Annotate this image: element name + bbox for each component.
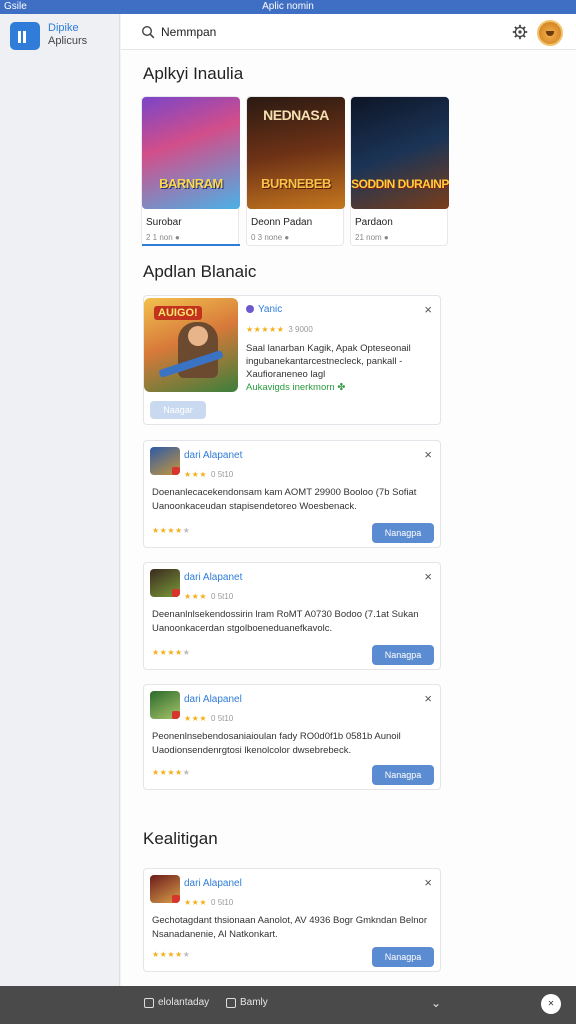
- install-button[interactable]: Nanagpa: [372, 947, 434, 967]
- section-title-popular: Aplkyi Inaulia: [143, 64, 244, 83]
- list-item-rating: ★★★ 0 5t10: [184, 470, 234, 479]
- close-fab-icon[interactable]: ✕: [541, 994, 561, 1014]
- list-item[interactable]: dari Alapanet ★★★ 0 5t10 Doenanlecacekend…: [143, 440, 441, 548]
- list-item-description: Deenanlnlsekendossirin lram RoMT A0730 B…: [152, 609, 419, 634]
- window-title: Aplic nomin: [262, 1, 314, 12]
- install-button[interactable]: Nanagpa: [372, 765, 434, 785]
- list-item-description: Doenanlecacekendonsam kam AOMT 29900 Boo…: [152, 487, 417, 512]
- checkbox-1[interactable]: [144, 998, 154, 1008]
- avatar[interactable]: [537, 20, 563, 46]
- list-item[interactable]: dari Alapanel ★★★ 0 5t10 Peonenlnsebendos…: [143, 684, 441, 790]
- search-input[interactable]: [161, 22, 411, 42]
- featured-badge: AUIGO!: [154, 306, 202, 320]
- footer-bar: elolantaday Bamly ⌄ ✕: [0, 986, 576, 1024]
- app-art-text: NEDNASA: [263, 107, 329, 123]
- search-icon[interactable]: [141, 25, 155, 39]
- title-bar: Gsile Aplic nomin: [0, 0, 576, 14]
- app-thumbnail[interactable]: BARNRAM: [142, 97, 240, 209]
- featured-description: Saal lanarban Kagik, Apak Opteseonail in…: [246, 342, 436, 394]
- star-rating: ★★★★★: [152, 648, 191, 657]
- app-art-subtext: BURNEBEB: [261, 176, 331, 191]
- list-item-title[interactable]: dari Alapanel: [184, 694, 242, 705]
- list-item[interactable]: dari Alapanel ★★★ 0 5t10 Gechotagdant ths…: [143, 868, 441, 972]
- featured-title: Yanic: [246, 304, 282, 315]
- app-name[interactable]: Pardaon: [355, 217, 393, 228]
- app-art-text: BARNRAM: [159, 176, 223, 191]
- close-icon[interactable]: ×: [424, 448, 432, 461]
- app-art-text: SODDIN DURAINP: [351, 177, 449, 191]
- app-dot-icon: [246, 305, 254, 313]
- close-icon[interactable]: ×: [424, 303, 432, 316]
- sidebar: Dipike Aplicurs: [0, 14, 120, 986]
- checkbox-2[interactable]: [226, 998, 236, 1008]
- list-item-rating: ★★★ 0 5t10: [184, 592, 234, 601]
- install-button[interactable]: Nanagpa: [372, 523, 434, 543]
- app-meta: 2 1 non ●: [146, 233, 180, 242]
- app-icon[interactable]: [150, 691, 180, 719]
- logo-text: Dipike Aplicurs: [48, 22, 87, 48]
- active-indicator: [142, 244, 240, 246]
- install-button[interactable]: Nanagpa: [372, 645, 434, 665]
- logo-line1: Dipike: [48, 22, 79, 34]
- app-icon[interactable]: [150, 569, 180, 597]
- app-icon[interactable]: [150, 875, 180, 903]
- list-item-description: Peonenlnsebendosaniaioulan fady RO0d0f1b…: [152, 731, 401, 756]
- app-card-3[interactable]: SODDIN DURAINP Pardaon 21 nom ●: [350, 96, 449, 246]
- list-item[interactable]: dari Alapanet ★★★ 0 5t10 Deenanlnlsekendo…: [143, 562, 441, 670]
- featured-action-button[interactable]: Naagar: [150, 401, 206, 419]
- close-icon[interactable]: ×: [424, 570, 432, 583]
- section-title-recommended: Apdlan Blanaic: [143, 262, 257, 281]
- chevron-down-icon[interactable]: ⌄: [431, 996, 441, 1010]
- star-rating: ★★★★★: [152, 950, 191, 959]
- app-card-2[interactable]: NEDNASA BURNEBEB Deonn Padan 0 3 none ●: [246, 96, 345, 246]
- gear-icon[interactable]: [512, 24, 528, 40]
- featured-link[interactable]: Aukavigds inerkmorn ✤: [246, 381, 436, 394]
- featured-app-card[interactable]: AUIGO! Yanic ★★★★★ 3 9000 Saal lanarban K…: [143, 295, 441, 425]
- list-item-rating: ★★★ 0 5t10: [184, 714, 234, 723]
- logo-icon[interactable]: [10, 22, 40, 50]
- list-item-description: Gechotagdant thsionaan Aanolot, AV 4936 …: [152, 915, 427, 940]
- section-title-third: Kealitigan: [143, 829, 218, 848]
- close-icon[interactable]: ×: [424, 692, 432, 705]
- header: [121, 14, 576, 50]
- star-rating: ★★★★★: [152, 526, 191, 535]
- featured-rating: ★★★★★ 3 9000: [246, 325, 313, 334]
- app-thumbnail[interactable]: SODDIN DURAINP: [351, 97, 449, 209]
- close-icon[interactable]: ×: [424, 876, 432, 889]
- list-item-title[interactable]: dari Alapanet: [184, 572, 242, 583]
- logo-line2: Aplicurs: [48, 35, 88, 47]
- list-item-rating: ★★★ 0 5t10: [184, 898, 234, 907]
- app-meta: 0 3 none ●: [251, 233, 290, 242]
- app-thumbnail[interactable]: NEDNASA BURNEBEB: [247, 97, 345, 209]
- app-icon[interactable]: [150, 447, 180, 475]
- app-card-1[interactable]: BARNRAM Surobar 2 1 non ●: [141, 96, 240, 246]
- checkbox-2-label[interactable]: Bamly: [240, 997, 268, 1008]
- featured-thumbnail[interactable]: AUIGO!: [144, 298, 238, 392]
- list-item-title[interactable]: dari Alapanel: [184, 878, 242, 889]
- star-rating: ★★★★★: [152, 768, 191, 777]
- main-content: Aplkyi Inaulia BARNRAM Surobar 2 1 non ●…: [121, 14, 576, 986]
- checkbox-1-label[interactable]: elolantaday: [158, 997, 209, 1008]
- app-meta: 21 nom ●: [355, 233, 389, 242]
- list-item-title[interactable]: dari Alapanet: [184, 450, 242, 461]
- app-name[interactable]: Surobar: [146, 217, 182, 228]
- app-name[interactable]: Deonn Padan: [251, 217, 312, 228]
- star-rating: ★★★★★: [246, 325, 285, 334]
